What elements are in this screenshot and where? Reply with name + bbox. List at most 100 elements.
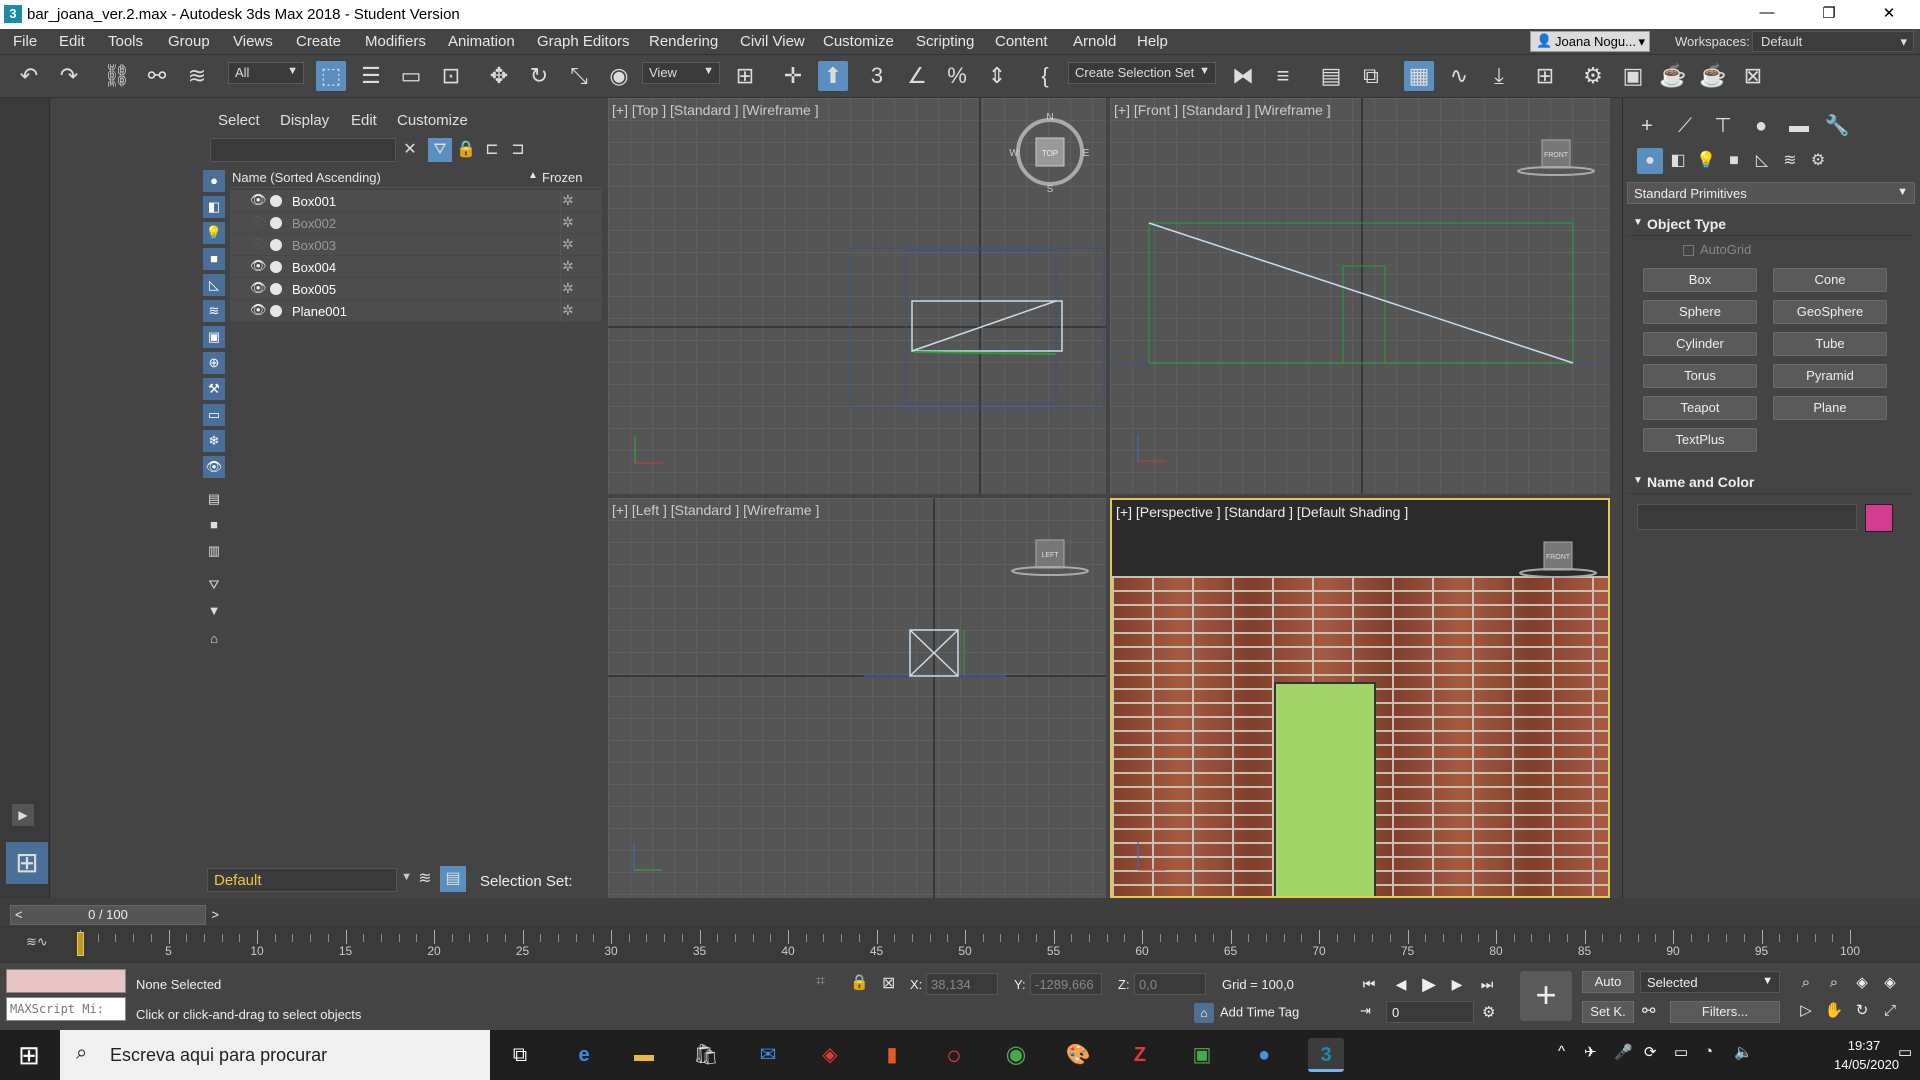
viewport-label[interactable]: [+] [Front ] [Standard ] [Wireframe ] bbox=[1114, 102, 1331, 118]
auto-key-button[interactable]: Auto bbox=[1582, 971, 1634, 993]
edit-named-selection-icon[interactable]: { bbox=[1030, 61, 1060, 91]
tube-button[interactable]: Tube bbox=[1773, 332, 1887, 356]
list-item[interactable]: 👁 Box004 ✲ bbox=[230, 256, 602, 278]
menu-rendering[interactable]: Rendering bbox=[649, 33, 718, 50]
expand-arrow-icon[interactable]: ▶ bbox=[12, 804, 34, 826]
bind-space-warp-icon[interactable]: ≋ bbox=[182, 61, 212, 91]
list-item[interactable]: 👁 Box005 ✲ bbox=[230, 278, 602, 300]
move-icon[interactable]: ✥ bbox=[484, 61, 514, 91]
filter-options-icon[interactable]: ⛛ bbox=[203, 574, 225, 596]
z-coordinate-field[interactable]: 0,0 bbox=[1134, 973, 1206, 995]
display-shapes-icon[interactable]: ◧ bbox=[203, 196, 225, 218]
viewport-left[interactable]: [+] [Left ] [Standard ] [Wireframe ] LEF… bbox=[608, 498, 1106, 898]
explorer-settings-icon[interactable]: ⌂ bbox=[203, 628, 225, 650]
field-of-view-icon[interactable]: ▷ bbox=[1794, 999, 1818, 1023]
lock-icon[interactable]: 🔒 bbox=[454, 138, 478, 162]
restore-button[interactable]: ❐ bbox=[1814, 4, 1844, 22]
render-production-icon[interactable]: ☕ bbox=[1658, 61, 1688, 91]
display-containers-icon[interactable]: ▭ bbox=[203, 404, 225, 426]
x-coordinate-field[interactable]: 38,134 bbox=[926, 973, 998, 995]
isolate-selection-icon[interactable]: ⌗ bbox=[816, 973, 825, 991]
cylinder-button[interactable]: Cylinder bbox=[1643, 332, 1757, 356]
viewport-label[interactable]: [+] [Perspective ] [Standard ] [Default … bbox=[1116, 504, 1408, 520]
menu-civil-view[interactable]: Civil View bbox=[740, 33, 805, 50]
redo-icon[interactable]: ↷ bbox=[54, 61, 84, 91]
tray-network-icon[interactable]: ✈ bbox=[1584, 1043, 1597, 1061]
current-frame-field[interactable]: 0 bbox=[1386, 1001, 1474, 1023]
helpers-category-icon[interactable]: ◺ bbox=[1749, 148, 1775, 174]
track-bar[interactable]: ≋∿ 5 10 15 20 25 30 35 40 45 50 55 60 65 70 75 80 85 90 95… bbox=[0, 926, 1920, 962]
named-selection-set-dropdown[interactable]: Create Selection Set ▼ bbox=[1068, 62, 1216, 84]
autogrid-checkbox[interactable]: AutoGrid bbox=[1683, 242, 1751, 257]
task-view-icon[interactable]: ⧉ bbox=[502, 1038, 538, 1072]
render-in-cloud-icon[interactable]: ⊠ bbox=[1738, 61, 1768, 91]
visibility-eye-icon[interactable]: 👁 bbox=[250, 192, 267, 208]
visibility-eye-icon[interactable]: 👁 bbox=[250, 302, 267, 318]
clear-search-icon[interactable]: ✕ bbox=[398, 138, 422, 162]
toggle-ribbon-icon[interactable]: ▦ bbox=[1404, 61, 1434, 91]
tray-wifi-icon[interactable]: ◔ bbox=[1704, 1043, 1713, 1060]
orbit-icon[interactable]: ↻ bbox=[1850, 999, 1874, 1023]
notification-center-icon[interactable]: ▭ bbox=[1898, 1043, 1912, 1061]
systems-category-icon[interactable]: ⚙ bbox=[1805, 148, 1831, 174]
lights-category-icon[interactable]: 💡 bbox=[1693, 148, 1719, 174]
mail-icon[interactable]: ✉ bbox=[750, 1038, 786, 1072]
timeline-ruler[interactable]: 5 10 15 20 25 30 35 40 45 50 55 60 65 70 75 80 85 90 95 100 bbox=[77, 926, 1860, 962]
display-spacewarps-icon[interactable]: ≋ bbox=[203, 300, 225, 322]
rotate-icon[interactable]: ↻ bbox=[524, 61, 554, 91]
set-keys-icon[interactable]: + bbox=[1520, 971, 1572, 1021]
menu-views[interactable]: Views bbox=[233, 33, 273, 50]
column-frozen-header[interactable]: Frozen bbox=[542, 170, 582, 185]
motion-tab-icon[interactable]: ● bbox=[1747, 112, 1775, 140]
play-icon[interactable]: ▶ bbox=[1418, 973, 1440, 995]
edge-browser-icon[interactable]: e bbox=[566, 1038, 602, 1072]
minimize-button[interactable]: — bbox=[1752, 4, 1782, 21]
pyramid-button[interactable]: Pyramid bbox=[1773, 364, 1887, 388]
taskbar-search-box[interactable]: ⌕ Escreva aqui para procurar bbox=[60, 1030, 490, 1080]
snaps-toggle-icon[interactable]: 3 bbox=[862, 61, 892, 91]
display-helpers-icon[interactable]: ◺ bbox=[203, 274, 225, 296]
keyboard-shortcut-override-icon[interactable]: ⬆ bbox=[818, 61, 848, 91]
plane-button[interactable]: Plane bbox=[1773, 396, 1887, 420]
layer-dropdown[interactable]: Default ▼ bbox=[207, 868, 412, 892]
office-icon[interactable]: ▮ bbox=[874, 1038, 910, 1072]
viewport-top[interactable]: [+] [Top ] [Standard ] [Wireframe ] TOP … bbox=[608, 98, 1106, 494]
teapot-button[interactable]: Teapot bbox=[1643, 396, 1757, 420]
frozen-snowflake-icon[interactable]: ✲ bbox=[562, 280, 574, 297]
user-account-dropdown[interactable]: 👤 Joana Nogu... ▾ bbox=[1530, 31, 1650, 52]
hierarchy-tab-icon[interactable]: ⊤ bbox=[1709, 112, 1737, 140]
utilities-tab-icon[interactable]: 🔧 bbox=[1823, 112, 1851, 140]
menu-content[interactable]: Content bbox=[995, 33, 1048, 50]
viewport-perspective[interactable]: [+] [Perspective ] [Standard ] [Default … bbox=[1110, 498, 1610, 898]
viewport-label[interactable]: [+] [Top ] [Standard ] [Wireframe ] bbox=[612, 102, 819, 118]
previous-frame-icon[interactable]: ◀ bbox=[1390, 973, 1412, 995]
prev-frame-arrow-icon[interactable]: < bbox=[15, 906, 23, 924]
display-groups-icon[interactable]: ▣ bbox=[203, 326, 225, 348]
render-setup-icon[interactable]: ⚙ bbox=[1578, 61, 1608, 91]
frozen-snowflake-icon[interactable]: ✲ bbox=[562, 192, 574, 209]
display-bones-icon[interactable]: ⚒ bbox=[203, 378, 225, 400]
display-invert-icon[interactable]: ▥ bbox=[203, 540, 225, 562]
tab-customize[interactable]: Customize bbox=[397, 112, 468, 129]
opera-browser-icon[interactable]: ○ bbox=[936, 1038, 972, 1072]
frozen-snowflake-icon[interactable]: ✲ bbox=[562, 258, 574, 275]
image-editor-icon[interactable]: ▣ bbox=[1184, 1038, 1220, 1072]
cameras-category-icon[interactable]: ■ bbox=[1721, 148, 1747, 174]
windows-start-icon[interactable]: ⊞ bbox=[0, 1030, 58, 1080]
menu-help[interactable]: Help bbox=[1137, 33, 1168, 50]
next-frame-arrow-icon[interactable]: > bbox=[211, 906, 219, 924]
3ds-max-taskbar-icon[interactable]: 3 bbox=[1308, 1038, 1344, 1072]
visibility-eye-icon[interactable]: 👁 bbox=[250, 280, 267, 296]
frozen-snowflake-icon[interactable]: ✲ bbox=[562, 214, 574, 231]
viewport-label[interactable]: [+] [Left ] [Standard ] [Wireframe ] bbox=[612, 502, 819, 518]
tray-microphone-icon[interactable]: 🎤 bbox=[1614, 1043, 1633, 1061]
tray-battery-icon[interactable]: ▭ bbox=[1674, 1043, 1688, 1061]
tab-display[interactable]: Display bbox=[280, 112, 329, 129]
select-manipulate-icon[interactable]: ✛ bbox=[778, 61, 808, 91]
zoom-extents-all-icon[interactable]: ◈ bbox=[1878, 971, 1902, 995]
layer-explorer-icon[interactable]: ≋ bbox=[412, 866, 438, 892]
select-object-icon[interactable]: ⬚ bbox=[316, 61, 346, 91]
display-all-icon[interactable]: ▤ bbox=[203, 488, 225, 510]
rectangular-selection-icon[interactable]: ▭ bbox=[396, 61, 426, 91]
unlink-icon[interactable]: ⚯ bbox=[142, 61, 172, 91]
